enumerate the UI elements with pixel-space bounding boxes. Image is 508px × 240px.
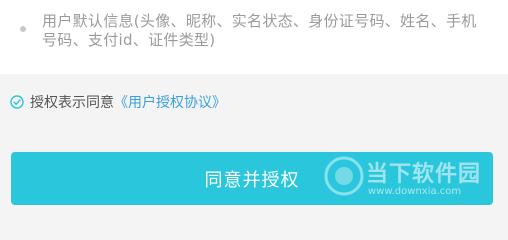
agree-and-authorize-button[interactable]: 同意并授权 (11, 152, 493, 205)
agreement-row: 授权表示同意 《用户授权协议》 (10, 92, 226, 112)
authorization-page: 用户默认信息(头像、昵称、实名状态、身份证号码、姓名、手机号码、支付id、证件类… (0, 0, 508, 221)
check-circle-icon[interactable] (10, 95, 24, 109)
bullet-dot-icon (20, 26, 26, 32)
permission-info-card: 用户默认信息(头像、昵称、实名状态、身份证号码、姓名、手机号码、支付id、证件类… (0, 0, 508, 74)
permission-info-text: 用户默认信息(头像、昵称、实名状态、身份证号码、姓名、手机号码、支付id、证件类… (42, 12, 477, 49)
agreement-prefix-text: 授权表示同意 (30, 95, 114, 111)
user-authorization-agreement-link[interactable]: 《用户授权协议》 (114, 92, 226, 112)
